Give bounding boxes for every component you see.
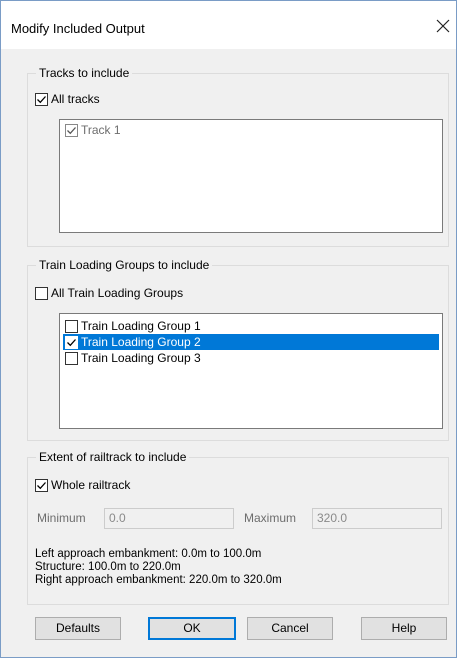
extent-group-legend: Extent of railtrack to include bbox=[36, 450, 190, 465]
defaults-button[interactable]: Defaults bbox=[35, 617, 121, 640]
check-icon bbox=[67, 338, 76, 346]
minimum-field[interactable]: 0.0 bbox=[104, 508, 234, 529]
maximum-label: Maximum bbox=[244, 511, 297, 525]
info-left-embankment: Left approach embankment: 0.0m to 100.0m bbox=[35, 548, 262, 560]
loading-group-1-label: Train Loading Group 1 bbox=[81, 319, 201, 333]
all-tracks-checkbox[interactable]: All tracks bbox=[35, 92, 100, 107]
ok-button[interactable]: OK bbox=[148, 617, 236, 640]
all-loading-groups-checkbox[interactable]: All Train Loading Groups bbox=[35, 286, 183, 301]
help-button[interactable]: Help bbox=[361, 617, 447, 640]
tracks-listbox[interactable]: Track 1 bbox=[59, 119, 443, 233]
info-right-embankment: Right approach embankment: 220.0m to 320… bbox=[35, 574, 282, 586]
maximum-field[interactable]: 320.0 bbox=[312, 508, 442, 529]
loading-group-3-label: Train Loading Group 3 bbox=[81, 351, 201, 365]
whole-railtrack-label: Whole railtrack bbox=[51, 478, 131, 492]
loading-groups-listbox[interactable]: Train Loading Group 1 Train Loading Grou… bbox=[59, 313, 443, 429]
whole-railtrack-check-box[interactable] bbox=[35, 479, 48, 492]
dialog-title: Modify Included Output bbox=[11, 21, 145, 36]
track-1-label: Track 1 bbox=[81, 123, 121, 137]
loading-group-2-label: Train Loading Group 2 bbox=[81, 335, 201, 349]
loading-group-item-2[interactable]: Train Loading Group 2 bbox=[63, 334, 439, 350]
modify-included-output-dialog: Modify Included Output Tracks to include… bbox=[0, 0, 457, 658]
tracks-group-legend: Tracks to include bbox=[36, 66, 133, 81]
track-item-1: Track 1 bbox=[63, 122, 439, 138]
loading-group-1-check-box[interactable] bbox=[65, 319, 78, 333]
all-loading-groups-label: All Train Loading Groups bbox=[51, 286, 184, 300]
close-icon bbox=[436, 19, 450, 33]
all-loading-groups-check-box[interactable] bbox=[35, 287, 48, 300]
check-icon bbox=[37, 96, 46, 104]
whole-railtrack-checkbox[interactable]: Whole railtrack bbox=[35, 478, 130, 493]
close-button[interactable] bbox=[430, 11, 456, 41]
cancel-button[interactable]: Cancel bbox=[247, 617, 333, 640]
loading-groups-legend: Train Loading Groups to include bbox=[36, 258, 213, 273]
all-tracks-check-box[interactable] bbox=[35, 93, 48, 106]
loading-group-2-check-box[interactable] bbox=[65, 335, 78, 349]
loading-group-item-3[interactable]: Train Loading Group 3 bbox=[63, 350, 439, 366]
all-tracks-label: All tracks bbox=[51, 92, 100, 106]
minimum-label: Minimum bbox=[37, 511, 86, 525]
info-structure: Structure: 100.0m to 220.0m bbox=[35, 561, 181, 573]
track-1-check-box bbox=[65, 123, 78, 137]
check-icon bbox=[37, 482, 46, 490]
check-icon bbox=[67, 126, 76, 134]
title-bar[interactable]: Modify Included Output bbox=[1, 1, 456, 49]
loading-group-item-1[interactable]: Train Loading Group 1 bbox=[63, 318, 439, 334]
loading-group-3-check-box[interactable] bbox=[65, 351, 78, 365]
